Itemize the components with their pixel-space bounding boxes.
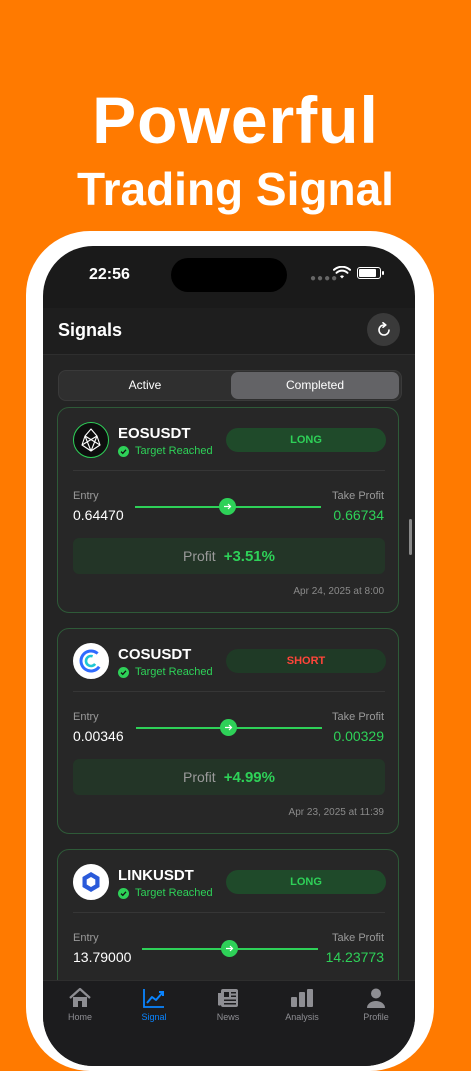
status-time: 22:56 bbox=[89, 266, 130, 283]
signal-symbol: COSUSDT bbox=[118, 646, 192, 663]
signal-date: Apr 23, 2025 at 11:39 bbox=[288, 807, 384, 818]
segment-completed[interactable]: Completed bbox=[231, 372, 399, 399]
profit-label: Profit bbox=[183, 769, 216, 785]
dynamic-island bbox=[171, 258, 287, 292]
signal-card[interactable]: EOSUSDT Target Reached LONG Entry 0.6447… bbox=[57, 407, 399, 613]
take-profit-label: Take Profit bbox=[332, 490, 384, 502]
page-title: Signals bbox=[58, 320, 123, 340]
entry-label: Entry bbox=[73, 490, 99, 502]
nav-bar: Signals bbox=[43, 308, 415, 355]
tab-home[interactable]: Home bbox=[43, 985, 117, 1022]
entry-label: Entry bbox=[73, 711, 99, 723]
entry-value: 0.64470 bbox=[73, 507, 124, 523]
take-profit-label: Take Profit bbox=[332, 711, 384, 723]
signal-symbol: EOSUSDT bbox=[118, 425, 191, 442]
person-icon bbox=[339, 985, 413, 1011]
entry-label: Entry bbox=[73, 932, 99, 944]
profit-value: +3.51% bbox=[223, 547, 275, 565]
segment-active[interactable]: Active bbox=[61, 372, 229, 399]
refresh-icon bbox=[377, 321, 390, 336]
signal-card[interactable]: COSUSDT Target Reached SHORT Entry 0.003… bbox=[57, 628, 399, 834]
tab-label: Signal bbox=[141, 1012, 167, 1022]
divider bbox=[73, 691, 385, 692]
entry-value: 0.00346 bbox=[73, 728, 124, 744]
check-circle-icon bbox=[118, 445, 129, 457]
signals-list[interactable]: Active Completed EOSUSDT Target Reached … bbox=[43, 355, 415, 1055]
check-circle-icon bbox=[118, 887, 129, 899]
tab-label: News bbox=[216, 1012, 240, 1022]
check-circle-icon bbox=[118, 666, 129, 678]
scroll-indicator[interactable] bbox=[409, 519, 412, 555]
signal-symbol: LINKUSDT bbox=[118, 867, 194, 884]
signal-status: Target Reached bbox=[118, 887, 213, 899]
status-bar: 22:56 ●●●● bbox=[43, 246, 415, 306]
entry-value: 13.79000 bbox=[73, 949, 132, 965]
profit-box: Profit +3.51% bbox=[73, 538, 385, 574]
signal-status-text: Target Reached bbox=[135, 887, 213, 899]
chainlink-logo-icon bbox=[73, 864, 109, 900]
headline-subtitle: Trading Signal bbox=[77, 163, 394, 215]
direction-badge: LONG bbox=[226, 870, 386, 894]
chart-line-icon bbox=[117, 985, 191, 1011]
tab-signal[interactable]: Signal bbox=[117, 985, 191, 1022]
take-profit-value: 14.23773 bbox=[325, 949, 384, 965]
tab-label: Profile bbox=[363, 1012, 389, 1022]
home-icon bbox=[43, 985, 117, 1011]
eos-logo-icon bbox=[73, 422, 109, 458]
headline-title: Powerful bbox=[92, 83, 379, 157]
signal-status: Target Reached bbox=[118, 666, 213, 678]
signal-date: Apr 24, 2025 at 8:00 bbox=[293, 586, 384, 597]
direction-badge: SHORT bbox=[226, 649, 386, 673]
contentos-logo-icon bbox=[73, 643, 109, 679]
take-profit-value: 0.00329 bbox=[333, 728, 384, 744]
take-profit-value: 0.66734 bbox=[333, 507, 384, 523]
tab-analysis[interactable]: Analysis bbox=[265, 985, 339, 1022]
arrow-right-icon bbox=[220, 719, 237, 736]
tab-label: Home bbox=[67, 1012, 92, 1022]
bar-chart-icon bbox=[265, 985, 339, 1011]
battery-icon bbox=[357, 267, 384, 279]
refresh-button[interactable] bbox=[367, 313, 400, 346]
tab-label: Analysis bbox=[285, 1012, 319, 1022]
take-profit-label: Take Profit bbox=[332, 932, 384, 944]
tab-profile[interactable]: Profile bbox=[339, 985, 413, 1022]
signal-status: Target Reached bbox=[118, 445, 213, 457]
tab-bar: Home Signal News Analysis Profile bbox=[43, 980, 415, 1066]
newspaper-icon bbox=[191, 985, 265, 1011]
profit-box: Profit +4.99% bbox=[73, 759, 385, 795]
signal-status-text: Target Reached bbox=[135, 666, 213, 678]
phone-screen: 22:56 ●●●● Signals Active Completed EOSU… bbox=[43, 246, 415, 1066]
profit-value: +4.99% bbox=[223, 768, 275, 786]
divider bbox=[73, 912, 385, 913]
signal-status-text: Target Reached bbox=[135, 445, 213, 457]
divider bbox=[73, 470, 385, 471]
profit-label: Profit bbox=[183, 548, 216, 564]
arrow-right-icon bbox=[219, 498, 236, 515]
tab-news[interactable]: News bbox=[191, 985, 265, 1022]
segment-control: Active Completed bbox=[58, 370, 402, 401]
arrow-right-icon bbox=[221, 940, 238, 957]
wifi-icon bbox=[333, 266, 351, 279]
direction-badge: LONG bbox=[226, 428, 386, 452]
